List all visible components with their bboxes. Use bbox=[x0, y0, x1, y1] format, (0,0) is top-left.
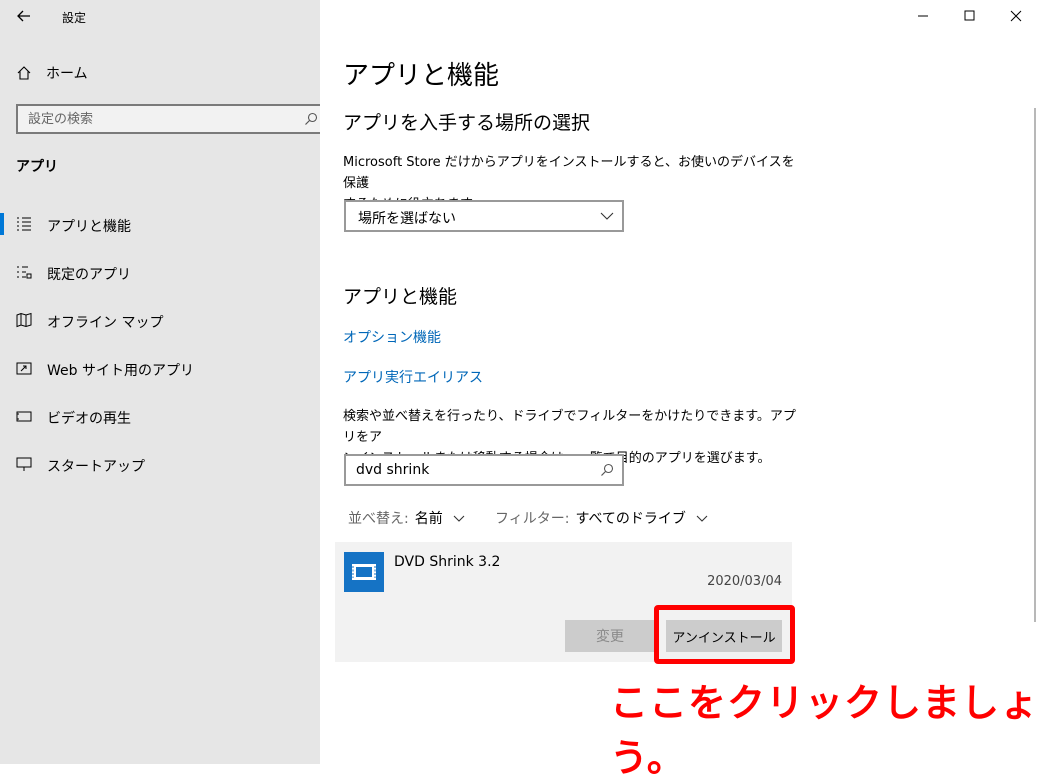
active-indicator bbox=[0, 213, 4, 235]
description-line: Microsoft Store だけからアプリをインストールすると、お使いのデバ… bbox=[343, 155, 795, 191]
sidebar-item-label: Web サイト用のアプリ bbox=[47, 363, 194, 379]
dropdown-value: 場所を選ばない bbox=[358, 211, 456, 227]
filter-key: フィルター: bbox=[495, 511, 570, 527]
chevron-down-icon bbox=[600, 212, 614, 220]
sidebar-item-label: ビデオの再生 bbox=[47, 411, 131, 427]
app-search-input[interactable] bbox=[346, 456, 596, 484]
maximize-icon bbox=[964, 10, 975, 21]
sort-key: 並べ替え: bbox=[348, 511, 409, 527]
change-button[interactable]: 変更 bbox=[565, 620, 655, 652]
sort-dropdown[interactable]: 並べ替え: 名前 bbox=[348, 508, 465, 528]
page-title: アプリと機能 bbox=[343, 61, 500, 91]
search-icon bbox=[305, 112, 318, 125]
sidebar-item-label: スタートアップ bbox=[47, 459, 145, 475]
maximize-button[interactable] bbox=[946, 4, 992, 28]
optional-features-link[interactable]: オプション機能 bbox=[343, 327, 441, 347]
search-icon bbox=[601, 463, 614, 476]
map-icon bbox=[16, 312, 32, 328]
sidebar-item-default-apps[interactable]: 既定のアプリ bbox=[0, 252, 320, 292]
sidebar-item-apps-features[interactable]: アプリと機能 bbox=[0, 204, 320, 244]
sidebar-item-offline-maps[interactable]: オフライン マップ bbox=[0, 300, 320, 340]
back-arrow-icon bbox=[17, 10, 30, 22]
sidebar-item-web-apps[interactable]: Web サイト用のアプリ bbox=[0, 348, 320, 388]
default-apps-icon bbox=[17, 266, 32, 279]
sidebar-item-startup[interactable]: スタートアップ bbox=[0, 444, 320, 484]
app-search[interactable] bbox=[344, 454, 624, 486]
chevron-down-icon bbox=[453, 515, 465, 522]
scrollbar[interactable] bbox=[1034, 108, 1036, 622]
minimize-icon bbox=[918, 15, 928, 17]
chevron-down-icon bbox=[696, 515, 708, 522]
app-aliases-link[interactable]: アプリ実行エイリアス bbox=[343, 367, 483, 387]
web-app-icon bbox=[16, 362, 32, 375]
sort-value: 名前 bbox=[414, 511, 443, 527]
sidebar-home-label: ホーム bbox=[46, 66, 88, 82]
app-install-date: 2020/03/04 bbox=[707, 574, 782, 589]
minimize-button[interactable] bbox=[900, 4, 946, 28]
app-icon bbox=[344, 552, 384, 592]
window-title: 設定 bbox=[62, 11, 87, 25]
filter-value: すべてのドライブ bbox=[575, 511, 686, 527]
close-icon bbox=[1010, 10, 1022, 22]
sidebar-item-label: アプリと機能 bbox=[47, 219, 131, 235]
video-icon bbox=[16, 411, 32, 422]
annotation-text: ここをクリックしましょう。 bbox=[610, 681, 1040, 780]
sidebar-home[interactable]: ホーム bbox=[16, 62, 88, 84]
back-button[interactable] bbox=[10, 4, 38, 28]
list-icon bbox=[17, 217, 31, 231]
apps-features-heading: アプリと機能 bbox=[343, 286, 458, 308]
sidebar-item-label: 既定のアプリ bbox=[47, 267, 131, 283]
settings-search-input[interactable] bbox=[18, 106, 298, 132]
settings-search[interactable] bbox=[16, 104, 328, 134]
install-source-dropdown[interactable]: 場所を選ばない bbox=[344, 200, 624, 232]
startup-icon bbox=[16, 457, 32, 471]
install-source-heading: アプリを入手する場所の選択 bbox=[343, 112, 591, 134]
dvd-shrink-icon bbox=[352, 564, 376, 580]
app-name: DVD Shrink 3.2 bbox=[394, 554, 501, 570]
close-button[interactable] bbox=[992, 4, 1038, 28]
sidebar: 設定 ホーム アプリ アプリと機能 既定のアプリ オフライン マップ bbox=[0, 0, 328, 764]
sidebar-item-video-playback[interactable]: ビデオの再生 bbox=[0, 396, 320, 436]
sidebar-section-title: アプリ bbox=[16, 159, 58, 175]
uninstall-highlight-box bbox=[654, 605, 795, 664]
description-line: 検索や並べ替えを行ったり、ドライブでフィルターをかけたりできます。アプリをア bbox=[343, 409, 796, 445]
home-icon bbox=[17, 66, 31, 80]
sidebar-item-label: オフライン マップ bbox=[47, 315, 164, 331]
filter-dropdown[interactable]: フィルター: すべてのドライブ bbox=[495, 508, 708, 528]
